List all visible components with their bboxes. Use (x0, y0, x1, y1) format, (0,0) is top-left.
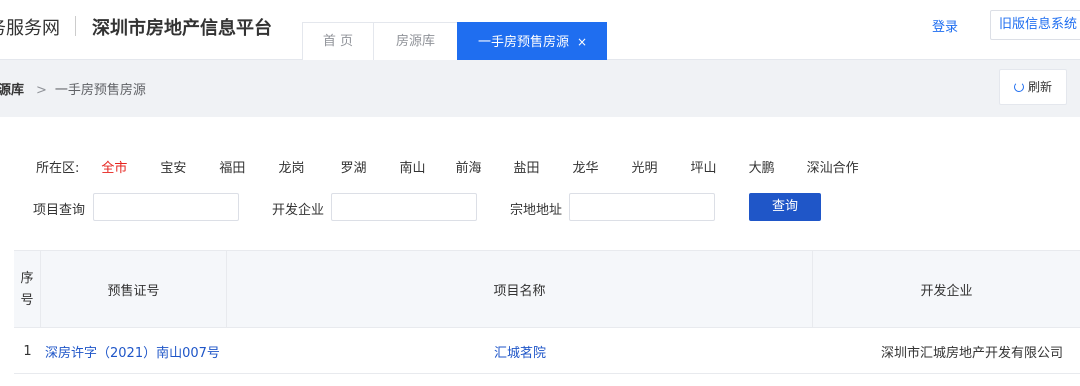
header-divider (75, 16, 76, 36)
district-option[interactable]: 福田 (219, 157, 245, 176)
district-option[interactable]: 南山 (399, 157, 425, 176)
legacy-system-button[interactable]: 旧版信息系统 (990, 10, 1080, 40)
project-search-input[interactable] (93, 193, 239, 221)
refresh-icon (1013, 82, 1024, 92)
district-option[interactable]: 光明 (632, 157, 658, 176)
row-developer: 深圳市汇城房地产开发有限公司 (880, 345, 1063, 361)
column-header-seq-top: 序 (20, 270, 34, 286)
district-option[interactable]: 盐田 (514, 157, 540, 176)
tab-listings[interactable]: 房源库 (373, 22, 457, 60)
login-link[interactable]: 登录 (932, 16, 958, 35)
row-project-link[interactable]: 汇城茗院 (227, 328, 813, 374)
row-seq: 1 (23, 343, 32, 359)
content-panel: 所在区: 全市 宝安 福田 龙岗 罗湖 南山 前海 盐田 龙华 光明 坪山 大鹏 深汕合作 项目查询 开… (0, 117, 1080, 386)
column-header-project: 项目名称 (227, 251, 813, 328)
query-button[interactable]: 查询 (749, 193, 821, 221)
district-option[interactable]: 深汕合作 (807, 157, 859, 176)
district-option[interactable]: 宝安 (160, 157, 186, 176)
breadcrumb-current: 一手房预售房源 (54, 83, 146, 98)
presale-table: 序 号 预售证号 项目名称 开发企业 1 深房许字（2021）南山007号 汇城… (14, 250, 1080, 374)
column-header-seq-bottom: 号 (20, 292, 34, 308)
district-option[interactable]: 坪山 (691, 157, 717, 176)
column-header-cert: 预售证号 (41, 251, 227, 328)
table-header: 序 号 预售证号 项目名称 开发企业 (14, 250, 1080, 328)
district-filter-label: 所在区: (36, 161, 80, 176)
row-cert-link[interactable]: 深房许字（2021）南山007号 (41, 328, 227, 374)
tab-presale-listings[interactable]: 一手房预售房源 × (457, 22, 607, 60)
breadcrumb-parent[interactable]: 源库 (0, 83, 24, 98)
site-name[interactable]: 务服务网 (0, 14, 60, 40)
address-label: 宗地地址 (510, 203, 563, 218)
district-list: 全市 宝安 福田 龙岗 罗湖 南山 前海 盐田 龙华 光明 坪山 大鹏 深汕合作 (101, 157, 858, 176)
district-option[interactable]: 罗湖 (340, 157, 366, 176)
district-option[interactable]: 前海 (455, 157, 481, 176)
breadcrumb-separator: > (36, 83, 47, 98)
district-filter: 所在区: 全市 宝安 福田 龙岗 罗湖 南山 前海 盐田 龙华 光明 坪山 大鹏 深汕合作 (36, 157, 859, 176)
district-option[interactable]: 大鹏 (749, 157, 775, 176)
district-option[interactable]: 龙岗 (278, 157, 304, 176)
close-icon[interactable]: × (577, 35, 587, 49)
developer-input[interactable] (331, 193, 477, 221)
project-search-label: 项目查询 (33, 203, 86, 218)
top-header: 务服务网 深圳市房地产信息平台 首 页 房源库 一手房预售房源 × 登录 旧版信息… (0, 0, 1080, 60)
tab-presale-label: 一手房预售房源 (477, 35, 569, 50)
developer-label: 开发企业 (272, 203, 325, 218)
breadcrumb-bar: 源库 > 一手房预售房源 刷新 (0, 61, 1080, 117)
refresh-label: 刷新 (1027, 80, 1052, 94)
column-header-developer: 开发企业 (920, 284, 973, 299)
tab-bar: 首 页 房源库 一手房预售房源 × (302, 22, 607, 60)
district-option[interactable]: 龙华 (573, 157, 599, 176)
refresh-button[interactable]: 刷新 (999, 69, 1067, 105)
tab-home[interactable]: 首 页 (302, 22, 373, 60)
column-header-seq: 序 号 (14, 251, 41, 328)
address-input[interactable] (569, 193, 715, 221)
district-option[interactable]: 全市 (101, 157, 127, 176)
platform-title[interactable]: 深圳市房地产信息平台 (92, 14, 272, 40)
table-row: 1 深房许字（2021）南山007号 汇城茗院 深圳市汇城房地产开发有限公司 (14, 328, 1080, 374)
breadcrumb: 源库 > 一手房预售房源 (0, 79, 146, 98)
